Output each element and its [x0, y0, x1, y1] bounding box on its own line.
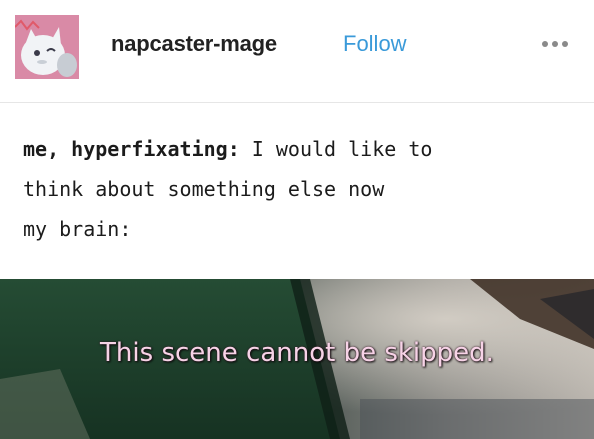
post-header: napcaster-mage Follow	[0, 0, 594, 96]
username-link[interactable]: napcaster-mage	[111, 31, 277, 57]
follow-button[interactable]: Follow	[343, 31, 407, 57]
more-options-icon[interactable]	[538, 32, 572, 56]
post-line-1: me, hyperfixating: I would like to	[23, 129, 583, 169]
post-line-1-text: I would like to	[239, 137, 433, 161]
post-line-3: my brain:	[23, 217, 132, 241]
post-image: This scene cannot be skipped.	[0, 279, 594, 439]
avatar[interactable]	[15, 15, 79, 79]
post-line-2: think about something else now	[23, 177, 385, 201]
post-speaker: me, hyperfixating:	[23, 137, 240, 161]
post-body: me, hyperfixating: I would like to think…	[23, 129, 583, 249]
scene-subtitle: This scene cannot be skipped.	[100, 338, 494, 368]
header-divider	[0, 102, 594, 103]
